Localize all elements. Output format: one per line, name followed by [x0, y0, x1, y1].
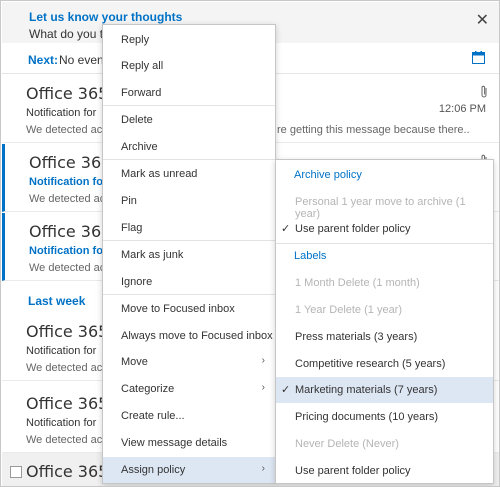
chevron-right-icon: ›	[261, 382, 265, 393]
menu-item-reply[interactable]: Reply	[103, 27, 275, 53]
policy-item[interactable]: ✓ Marketing materials (7 years)	[276, 377, 493, 403]
menu-item-reply-all[interactable]: Reply all	[103, 53, 275, 79]
next-label: Next:	[28, 53, 59, 67]
check-icon: ✓	[281, 223, 291, 235]
menu-item-label: Forward	[121, 87, 162, 99]
menu-item-label: Categorize	[121, 383, 175, 395]
menu-item-label: Ignore	[121, 276, 153, 288]
policy-item: 1 Year Delete (1 year)	[276, 297, 493, 323]
policy-item[interactable]: Press materials (3 years)	[276, 324, 493, 350]
section-header: Last week	[28, 294, 86, 308]
message-preview: We detected act	[26, 124, 106, 136]
policy-item-label: Pricing documents (10 years)	[295, 411, 439, 423]
menu-item-label: Reply	[121, 34, 150, 46]
menu-item-label: Reply all	[121, 60, 164, 72]
menu-item-move[interactable]: Move ›	[103, 349, 275, 375]
context-menu: Reply Reply all Forward Delete Archive M…	[102, 24, 276, 484]
chevron-right-icon: ›	[261, 463, 265, 474]
menu-divider	[103, 240, 275, 241]
policy-item-label: Marketing materials (7 years)	[295, 384, 438, 396]
message-preview: We detected act	[26, 434, 106, 446]
check-icon: ✓	[281, 384, 291, 396]
policy-item-label: Use parent folder policy	[295, 223, 411, 235]
menu-item-label: Pin	[121, 195, 137, 207]
message-time: 12:06 PM	[438, 103, 486, 115]
menu-item-label: View message details	[121, 437, 228, 449]
menu-divider	[103, 159, 275, 160]
policy-item[interactable]: Pricing documents (10 years)	[276, 404, 493, 430]
menu-item-label: Create rule...	[121, 410, 185, 422]
attachment-icon	[481, 85, 487, 98]
policy-item-label: 1 Month Delete (1 month)	[295, 277, 420, 289]
policy-item-label: 1 Year Delete (1 year)	[295, 304, 403, 316]
menu-item-archive[interactable]: Archive	[103, 134, 275, 160]
policy-item-label: Use parent folder policy	[295, 465, 411, 477]
menu-item-label: Archive	[121, 141, 158, 153]
menu-item-ignore[interactable]: Ignore	[103, 269, 275, 295]
menu-item-mark-junk[interactable]: Mark as junk	[103, 242, 275, 268]
menu-item-mark-unread[interactable]: Mark as unread	[103, 161, 275, 187]
policy-item-label: Never Delete (Never)	[295, 438, 399, 450]
menu-item-label: Mark as junk	[121, 249, 184, 261]
policy-item-label: Press materials (3 years)	[295, 331, 418, 343]
menu-divider	[103, 294, 275, 295]
message-subject: Notification for	[26, 417, 97, 429]
labels-header: Labels	[294, 250, 327, 262]
policy-item: 1 Month Delete (1 month)	[276, 270, 493, 296]
policy-item-label: Competitive research (5 years)	[295, 358, 446, 370]
message-preview: We detected act	[29, 193, 109, 205]
message-subject: Notification for	[29, 245, 108, 257]
calendar-icon[interactable]	[472, 51, 485, 64]
menu-item-label: Flag	[121, 222, 143, 234]
message-preview-tail: re getting this message because there..	[277, 124, 470, 136]
message-subject: Notification for	[29, 176, 108, 188]
menu-item-categorize[interactable]: Categorize ›	[103, 376, 275, 402]
policy-item[interactable]: Use parent folder policy	[276, 458, 493, 484]
menu-item-label: Assign policy	[121, 464, 186, 476]
menu-item-label: Move to Focused inbox	[121, 303, 235, 315]
policy-item: Personal 1 year move to archive (1 year)	[276, 189, 493, 220]
archive-policy-header: Archive policy	[294, 169, 362, 181]
select-checkbox[interactable]	[10, 466, 22, 478]
menu-item-label: Delete	[121, 114, 153, 126]
mail-window: Let us know your thoughts What do you th…	[0, 0, 500, 487]
message-subject: Notification for	[26, 345, 97, 357]
feedback-title[interactable]: Let us know your thoughts	[29, 10, 182, 24]
message-preview: We detected act	[29, 262, 109, 274]
menu-item-assign-policy[interactable]: Assign policy ›	[103, 457, 275, 483]
policy-item[interactable]: ✓ Use parent folder policy	[276, 216, 493, 242]
close-icon[interactable]: ✕	[476, 13, 489, 29]
menu-item-label: Always move to Focused inbox	[121, 330, 273, 342]
policy-item: Never Delete (Never)	[276, 431, 493, 457]
menu-item-pin[interactable]: Pin	[103, 188, 275, 214]
menu-item-move-focused[interactable]: Move to Focused inbox	[103, 296, 275, 322]
policy-item[interactable]: Competitive research (5 years)	[276, 351, 493, 377]
menu-item-view-details[interactable]: View message details	[103, 430, 275, 456]
menu-divider	[276, 243, 493, 244]
message-preview: We detected act	[26, 362, 106, 374]
menu-item-create-rule[interactable]: Create rule...	[103, 403, 275, 429]
menu-item-always-move-focused[interactable]: Always move to Focused inbox	[103, 323, 275, 349]
menu-divider	[103, 105, 275, 106]
chevron-right-icon: ›	[261, 355, 265, 366]
menu-item-label: Move	[121, 356, 148, 368]
menu-item-label: Mark as unread	[121, 168, 198, 180]
menu-item-flag[interactable]: Flag	[103, 215, 275, 241]
menu-item-forward[interactable]: Forward	[103, 80, 275, 106]
feedback-subtitle: What do you th	[29, 27, 110, 41]
menu-item-delete[interactable]: Delete	[103, 107, 275, 133]
message-subject: Notification for	[26, 107, 97, 119]
assign-policy-submenu: Archive policy Personal 1 year move to a…	[275, 159, 494, 484]
